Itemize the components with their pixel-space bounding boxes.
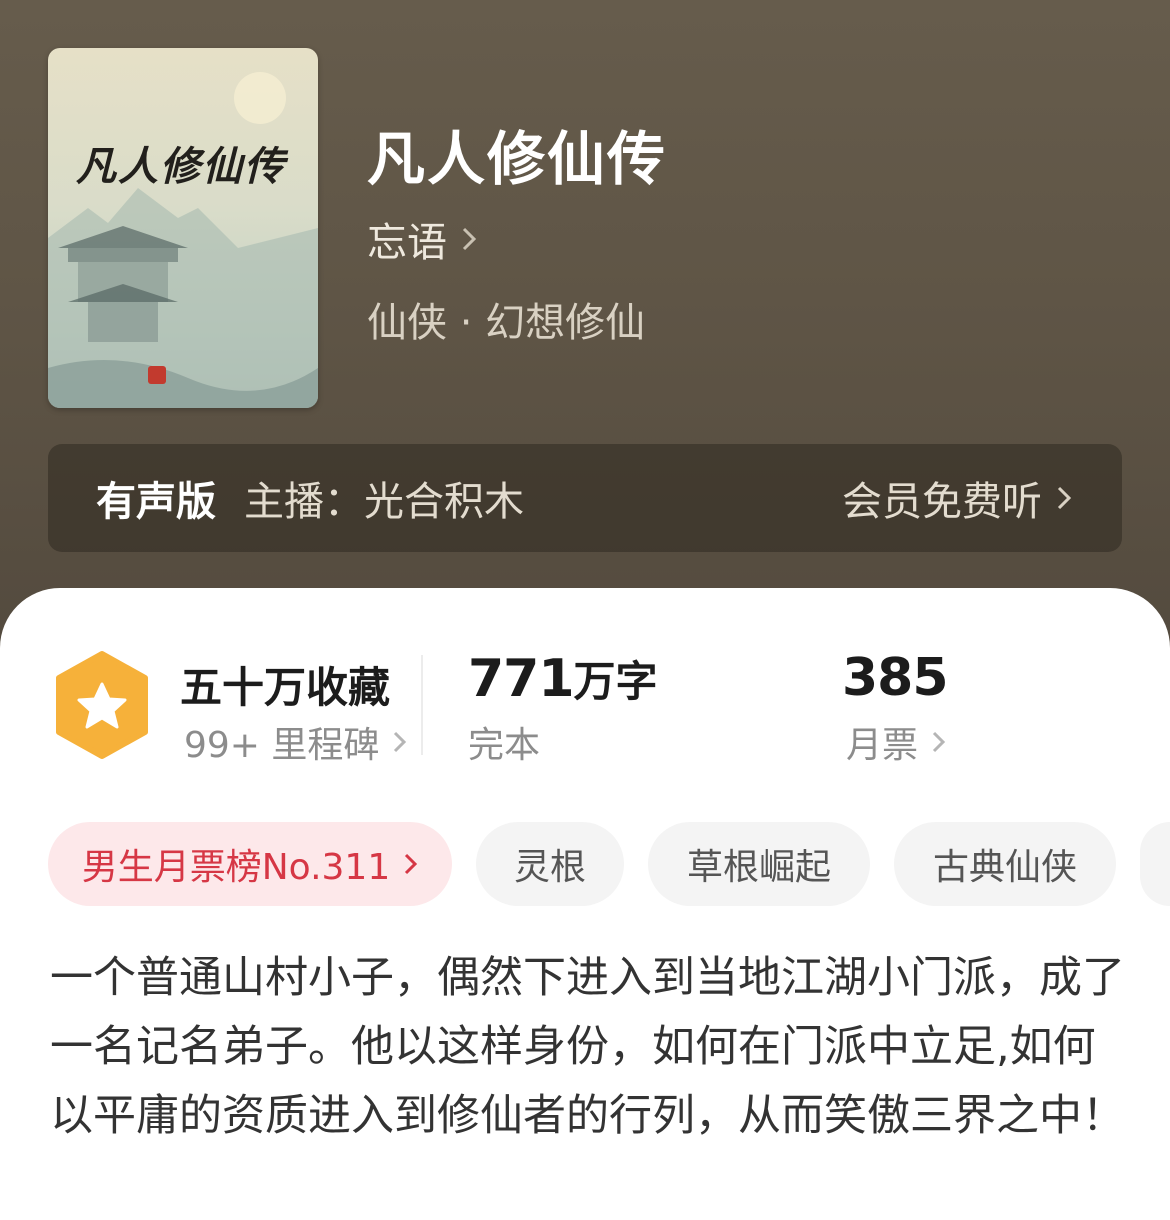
chevron-right-icon xyxy=(1056,475,1072,521)
tag-linggen[interactable]: 灵根 xyxy=(476,822,624,906)
tag-gudian[interactable]: 古典仙侠 xyxy=(894,822,1116,906)
monthly-ticket-number: 385 xyxy=(842,648,949,708)
chevron-right-icon xyxy=(932,722,946,763)
tag-caogen[interactable]: 草根崛起 xyxy=(648,822,870,906)
collect-count: 五十万收藏 xyxy=(180,663,391,712)
word-count-number: 771 xyxy=(468,649,575,709)
chevron-right-icon xyxy=(404,844,418,885)
author-name: 忘语 xyxy=(367,220,447,266)
monthly-ticket-count: 385 xyxy=(842,648,949,708)
cover-art xyxy=(48,72,318,408)
word-count: 771万字 xyxy=(468,648,658,709)
audio-label: 有声版 xyxy=(96,479,216,525)
cover-title: 凡人修仙传 xyxy=(76,143,286,190)
milestone-link[interactable]: 99+ 里程碑 xyxy=(184,716,407,768)
member-listen-label: 会员免费听 xyxy=(842,479,1042,525)
author-link[interactable]: 忘语 xyxy=(367,210,477,268)
monthly-ticket-label: 月票 xyxy=(846,725,919,766)
word-count-unit: 万字 xyxy=(573,657,658,706)
chevron-right-icon xyxy=(393,722,407,763)
audio-host: 主播：光合积木 xyxy=(244,479,524,525)
star-hexagon-icon xyxy=(52,650,152,760)
book-title: 凡人修仙传 xyxy=(367,125,668,193)
monthly-ticket-link[interactable]: 月票 xyxy=(846,716,946,768)
book-description: 一个普通山村小子，偶然下进入到当地江湖小门派，成了一名记名弟子。他以这样身份，如… xyxy=(50,953,1125,1141)
book-genre: 仙侠 · 幻想修仙 xyxy=(367,300,646,346)
rank-tag[interactable]: 男生月票榜No.311 xyxy=(48,822,452,906)
book-cover[interactable]: 凡人修仙传 xyxy=(48,48,318,408)
milestone-label: 99+ 里程碑 xyxy=(184,725,380,766)
member-listen-button[interactable]: 会员免费听 xyxy=(842,444,1072,552)
rank-tag-label: 男生月票榜No.311 xyxy=(81,847,391,888)
book-status: 完本 xyxy=(468,725,541,766)
stat-divider xyxy=(421,655,423,755)
chevron-right-icon xyxy=(461,216,477,262)
audio-version-bar[interactable]: 有声版 主播：光合积木 会员免费听 xyxy=(48,444,1122,552)
